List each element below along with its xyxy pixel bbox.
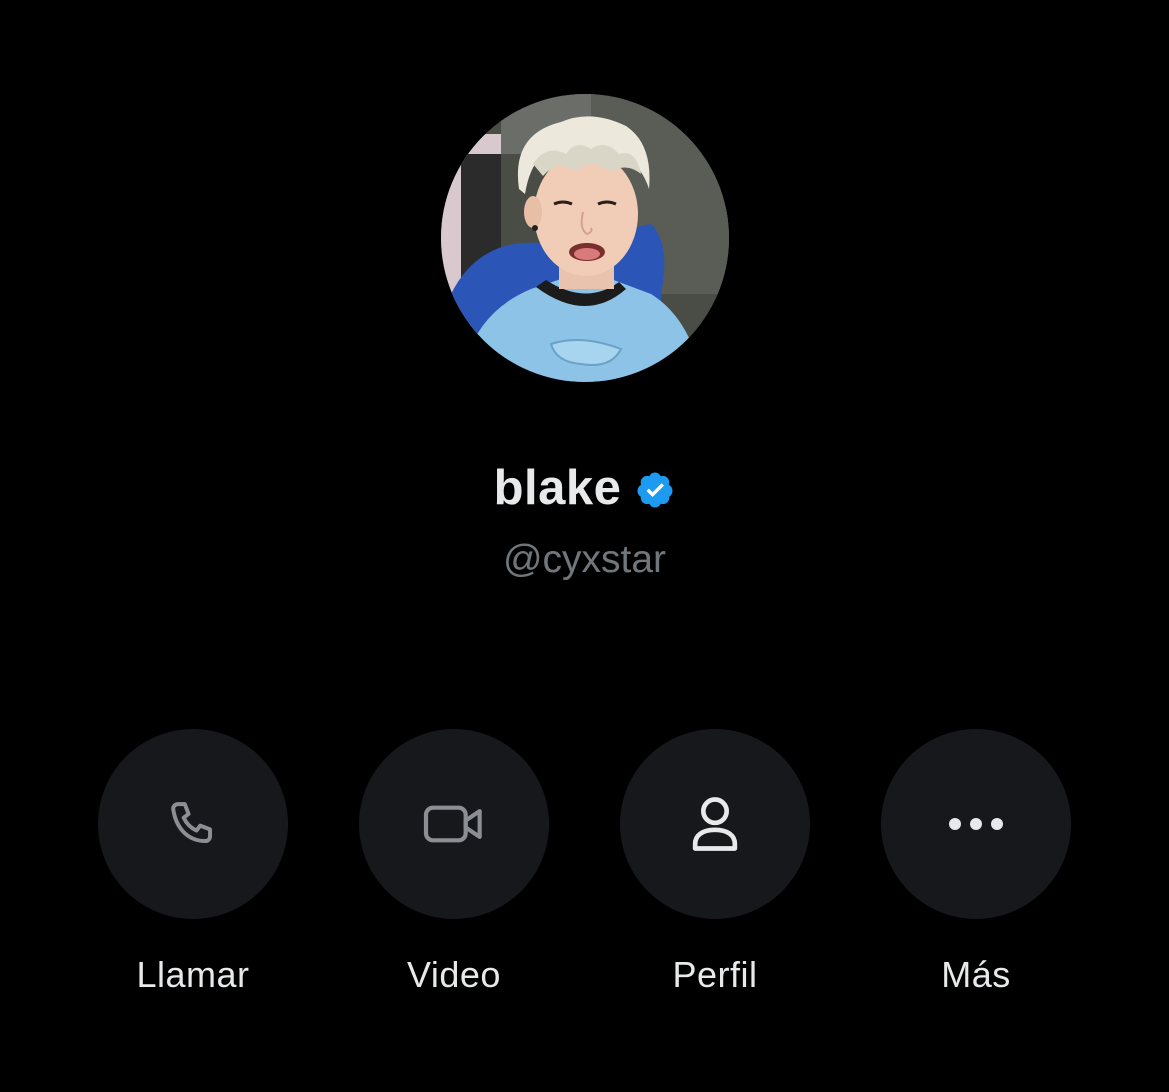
- more-button[interactable]: [881, 729, 1071, 919]
- phone-icon: [171, 802, 213, 844]
- profile-call-screen: blake @cyxstar Llamar Video Perfil Más: [0, 0, 1169, 1092]
- video-label: Video: [407, 954, 501, 995]
- more-dots-icon: [949, 818, 1003, 830]
- video-button[interactable]: [359, 729, 549, 919]
- video-action: Video: [359, 729, 549, 1019]
- avatar-photo: [441, 94, 729, 382]
- action-bar: Llamar Video Perfil Más: [0, 729, 1169, 1019]
- call-button[interactable]: [98, 729, 288, 919]
- avatar[interactable]: [441, 94, 729, 382]
- person-icon: [692, 797, 738, 851]
- verified-badge-icon: [635, 470, 675, 510]
- username-handle: @cyxstar: [502, 538, 667, 581]
- name-row: blake: [0, 456, 1169, 520]
- call-label: Llamar: [136, 954, 250, 995]
- more-action: Más: [881, 729, 1071, 1019]
- display-name: blake: [493, 461, 622, 515]
- call-action: Llamar: [98, 729, 288, 1019]
- profile-button[interactable]: [620, 729, 810, 919]
- more-label: Más: [941, 954, 1011, 995]
- profile-action: Perfil: [620, 729, 810, 1019]
- profile-label: Perfil: [672, 954, 758, 995]
- video-camera-icon: [423, 805, 482, 843]
